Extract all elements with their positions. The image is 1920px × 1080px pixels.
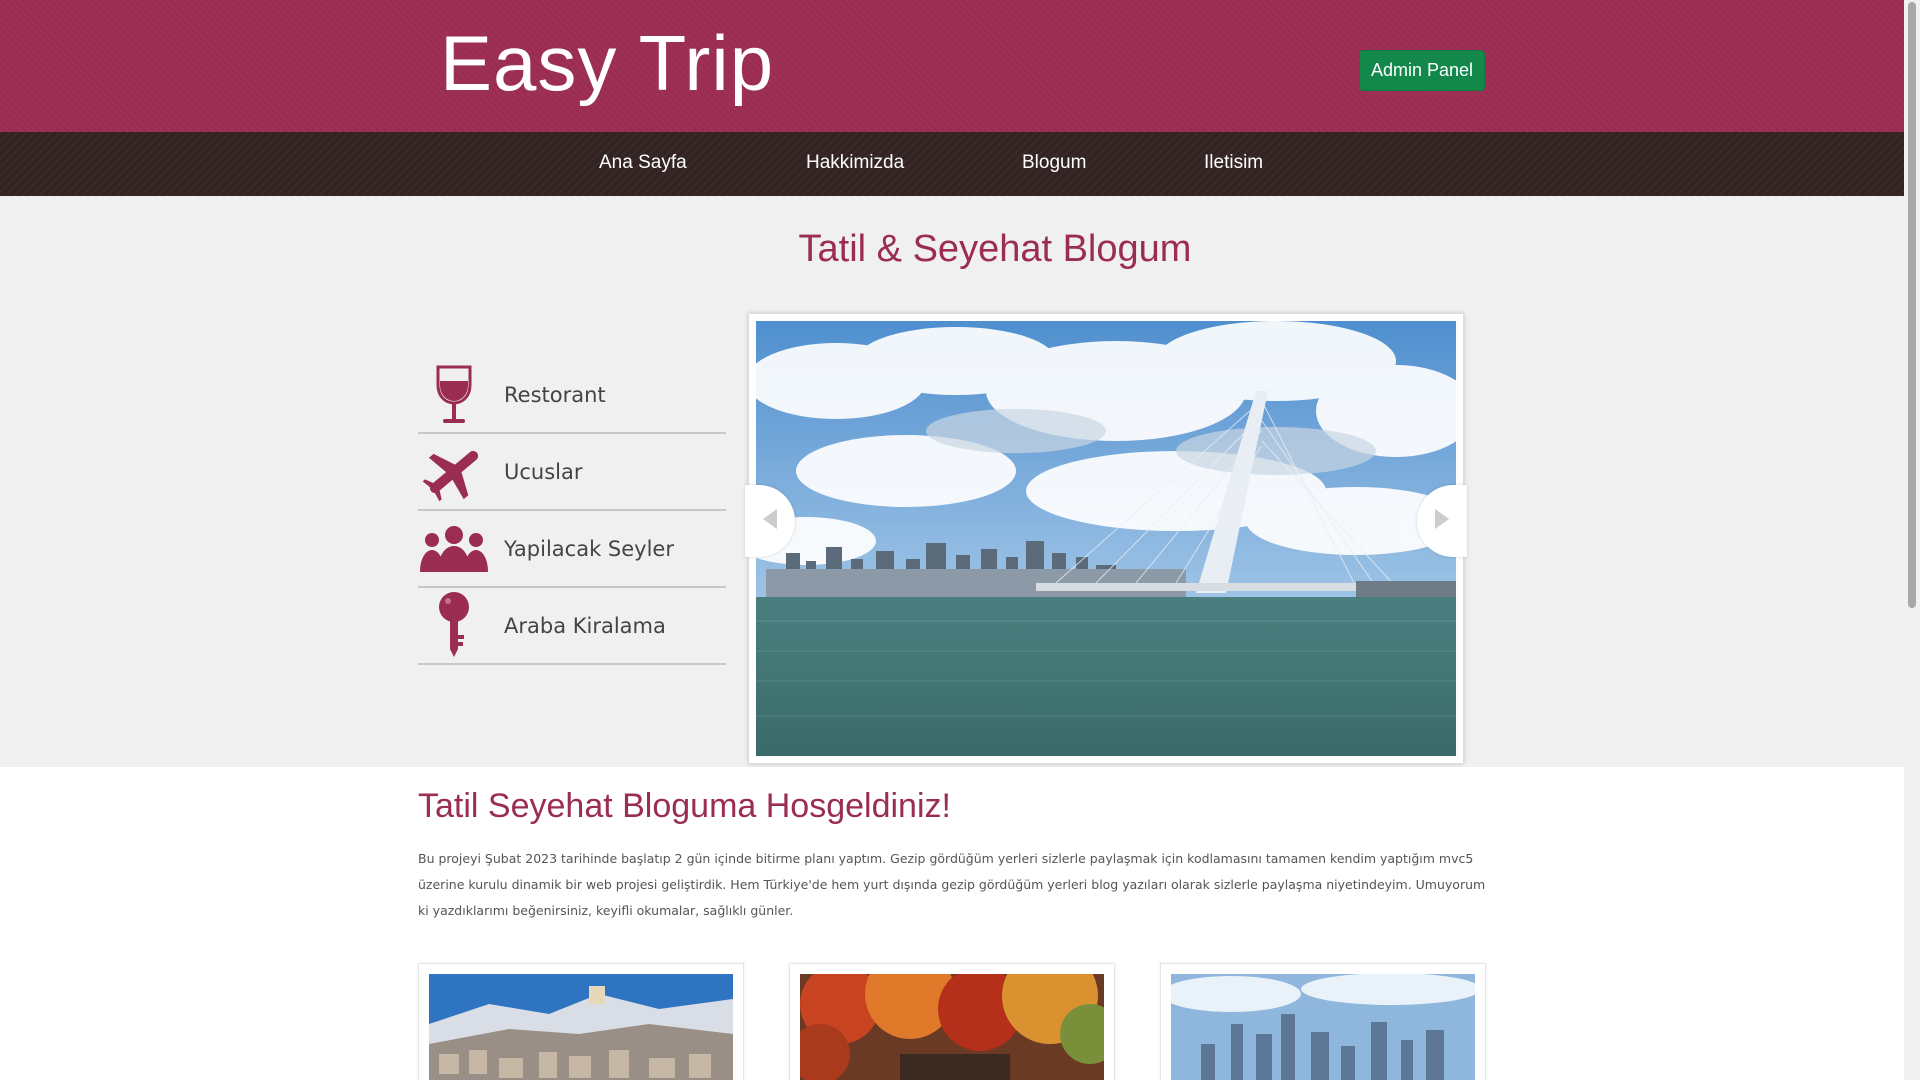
category-item-yapilacak-seyler[interactable]: Yapilacak Seyler — [418, 511, 726, 588]
blog-card[interactable] — [789, 963, 1115, 1080]
hero-section: Tatil & Seyehat Blogum Restorant Ucuslar… — [0, 196, 1904, 767]
category-label: Yapilacak Seyler — [504, 536, 674, 561]
nav-item-iletisim[interactable]: Iletisim — [1204, 152, 1263, 174]
blog-card[interactable] — [1160, 963, 1486, 1080]
category-list: Restorant Ucuslar Yapilacak Seyler Araba… — [418, 357, 726, 665]
chevron-left-icon — [761, 507, 779, 535]
category-label: Ucuslar — [504, 459, 583, 484]
slide-image — [756, 321, 1456, 756]
people-icon — [418, 514, 490, 584]
blog-card-image — [800, 974, 1104, 1080]
key-icon — [418, 591, 490, 661]
chevron-right-icon — [1433, 507, 1451, 535]
wine-glass-icon — [418, 360, 490, 430]
site-header: Easy Trip Admin Panel — [0, 0, 1904, 132]
hero-title: Tatil & Seyehat Blogum — [798, 228, 1192, 270]
image-slider[interactable] — [745, 313, 1467, 764]
airplane-icon — [418, 437, 490, 507]
nav-item-ana-sayfa[interactable]: Ana Sayfa — [599, 152, 687, 174]
blog-card-image — [429, 974, 733, 1080]
category-label: Araba Kiralama — [504, 613, 666, 638]
category-item-restorant[interactable]: Restorant — [418, 357, 726, 434]
site-logo[interactable]: Easy Trip — [440, 18, 774, 109]
category-item-araba-kiralama[interactable]: Araba Kiralama — [418, 588, 726, 665]
category-item-ucuslar[interactable]: Ucuslar — [418, 434, 726, 511]
nav-item-blogum[interactable]: Blogum — [1022, 152, 1086, 174]
blog-card[interactable] — [418, 963, 744, 1080]
main-nav: Ana Sayfa Hakkimizda Blogum Iletisim — [0, 132, 1904, 196]
welcome-title: Tatil Seyehat Bloguma Hosgeldiniz! — [418, 787, 951, 825]
page-scrollbar[interactable] — [1904, 0, 1920, 1080]
category-label: Restorant — [504, 382, 606, 407]
scrollbar-thumb[interactable] — [1908, 2, 1916, 608]
welcome-text: Bu projeyi Şubat 2023 tarihinde başlatıp… — [418, 851, 1486, 918]
admin-panel-button[interactable]: Admin Panel — [1359, 50, 1485, 91]
nav-item-hakkimizda[interactable]: Hakkimizda — [806, 152, 904, 174]
blog-card-image — [1171, 974, 1475, 1080]
